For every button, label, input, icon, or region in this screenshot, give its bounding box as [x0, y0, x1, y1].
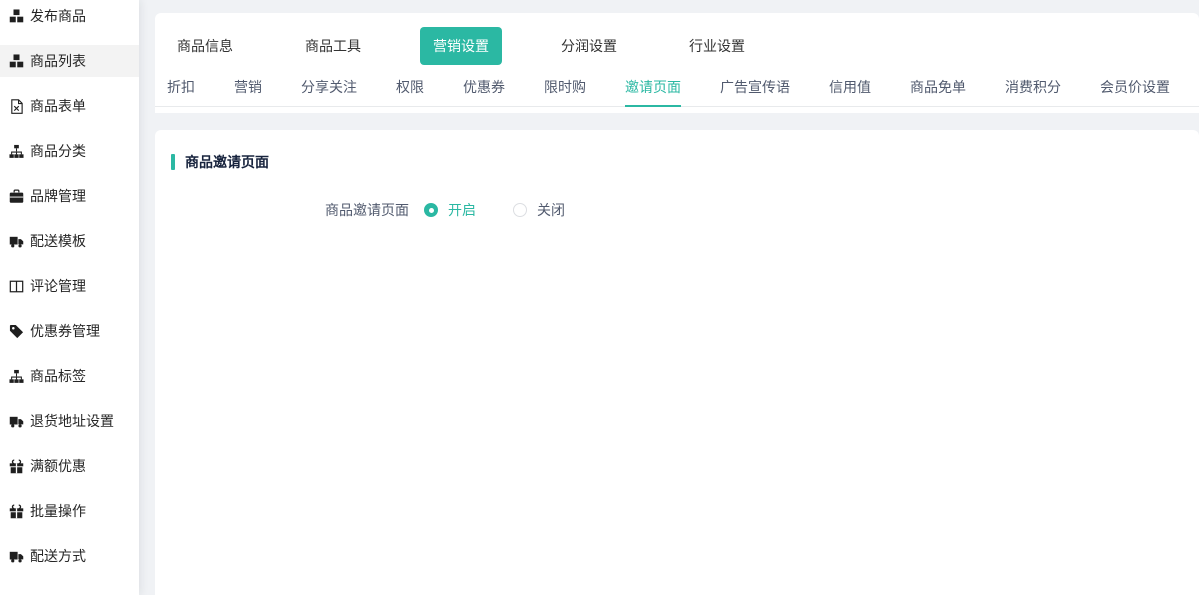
sidebar-item-label: 发布商品 — [30, 6, 86, 26]
sidebar-item-label: 商品标签 — [30, 366, 86, 386]
sidebar-item-label: 商品表单 — [30, 96, 86, 116]
invite-page-label: 商品邀请页面 — [171, 200, 409, 220]
subtab-invite-page[interactable]: 邀请页面 — [625, 69, 681, 107]
gift-icon — [8, 459, 24, 474]
sidebar-item-label: 商品列表 — [30, 51, 86, 71]
sitemap-icon — [8, 369, 24, 384]
subtab-share-follow[interactable]: 分享关注 — [301, 69, 357, 107]
primary-tabs: 商品信息 商品工具 营销设置 分润设置 行业设置 — [155, 27, 1199, 65]
invite-page-radio-on[interactable]: 开启 — [424, 200, 476, 220]
sidebar: 发布商品商品列表商品表单商品分类品牌管理配送模板评论管理优惠券管理商品标签退货地… — [0, 0, 139, 595]
section-accent-bar — [171, 154, 175, 170]
sidebar-item-delivery-method[interactable]: 配送方式 — [0, 540, 139, 572]
tab-profit-settings[interactable]: 分润设置 — [561, 36, 617, 56]
sidebar-item-return-address-settings[interactable]: 退货地址设置 — [0, 405, 139, 437]
content-card: 商品邀请页面 商品邀请页面 开启 关闭 — [155, 130, 1199, 595]
invite-page-radio-off[interactable]: 关闭 — [513, 200, 565, 220]
sidebar-item-delivery-template[interactable]: 配送模板 — [0, 225, 139, 257]
sidebar-item-label: 批量操作 — [30, 501, 86, 521]
sidebar-item-coupon-management[interactable]: 优惠券管理 — [0, 315, 139, 347]
subtab-ad-slogan[interactable]: 广告宣传语 — [720, 69, 790, 107]
radio-unselected-icon[interactable] — [513, 203, 527, 217]
sidebar-item-label: 优惠券管理 — [30, 321, 100, 341]
app-root: 发布商品商品列表商品表单商品分类品牌管理配送模板评论管理优惠券管理商品标签退货地… — [0, 0, 1199, 595]
settings-tabs-card: 商品信息 商品工具 营销设置 分润设置 行业设置 折扣 营销 分享关注 权限 优惠券 限时购 邀请页… — [155, 13, 1199, 113]
gift-icon — [8, 504, 24, 519]
sitemap-icon — [8, 144, 24, 159]
section-header: 商品邀请页面 — [171, 152, 1199, 172]
tag-icon — [8, 324, 24, 339]
invite-page-radio-group: 开启 关闭 — [424, 200, 602, 220]
sidebar-item-label: 品牌管理 — [30, 186, 86, 206]
subtab-discount[interactable]: 折扣 — [167, 69, 195, 107]
invite-page-form-row: 商品邀请页面 开启 关闭 — [171, 200, 1199, 220]
sidebar-item-product-form[interactable]: 商品表单 — [0, 90, 139, 122]
subtab-member-price[interactable]: 会员价设置 — [1100, 69, 1170, 107]
cubes-icon — [8, 9, 24, 24]
sidebar-item-publish-product[interactable]: 发布商品 — [0, 0, 139, 32]
truck-icon — [8, 414, 24, 429]
truck-icon — [8, 549, 24, 564]
main-area: 商品信息 商品工具 营销设置 分润设置 行业设置 折扣 营销 分享关注 权限 优惠券 限时购 邀请页… — [155, 0, 1199, 595]
sidebar-item-brand-management[interactable]: 品牌管理 — [0, 180, 139, 212]
sidebar-item-label: 商品分类 — [30, 141, 86, 161]
sidebar-item-batch-operation[interactable]: 批量操作 — [0, 495, 139, 527]
sidebar-item-label: 评论管理 — [30, 276, 86, 296]
sidebar-item-product-list[interactable]: 商品列表 — [0, 45, 139, 77]
cubes-icon — [8, 54, 24, 69]
sidebar-item-product-tag[interactable]: 商品标签 — [0, 360, 139, 392]
sidebar-item-full-discount[interactable]: 满额优惠 — [0, 450, 139, 482]
radio-option-label: 关闭 — [537, 200, 565, 220]
radio-option-label: 开启 — [448, 200, 476, 220]
subtab-credit-value[interactable]: 信用值 — [829, 69, 871, 107]
sidebar-item-label: 配送模板 — [30, 231, 86, 251]
subtab-coupon[interactable]: 优惠券 — [463, 69, 505, 107]
sidebar-item-label: 满额优惠 — [30, 456, 86, 476]
tab-marketing-settings[interactable]: 营销设置 — [420, 27, 502, 65]
subtab-permission[interactable]: 权限 — [396, 69, 424, 107]
subtab-marketing[interactable]: 营销 — [234, 69, 262, 107]
sidebar-item-comment-management[interactable]: 评论管理 — [0, 270, 139, 302]
columns-icon — [8, 279, 24, 294]
truck-icon — [8, 234, 24, 249]
tab-product-tools[interactable]: 商品工具 — [305, 36, 361, 56]
sidebar-item-product-category[interactable]: 商品分类 — [0, 135, 139, 167]
sidebar-item-label: 退货地址设置 — [30, 411, 114, 431]
tab-industry-settings[interactable]: 行业设置 — [689, 36, 745, 56]
subtab-flash-sale[interactable]: 限时购 — [544, 69, 586, 107]
subtab-free-order[interactable]: 商品免单 — [910, 69, 966, 107]
sidebar-item-label: 配送方式 — [30, 546, 86, 566]
subtab-consume-points[interactable]: 消费积分 — [1005, 69, 1061, 107]
file-excel-icon — [8, 99, 24, 114]
briefcase-icon — [8, 189, 24, 204]
secondary-tabs: 折扣 营销 分享关注 权限 优惠券 限时购 邀请页面 广告宣传语 信用值 商品免单 消费积分 会员价设… — [155, 69, 1199, 107]
radio-selected-icon[interactable] — [424, 203, 438, 217]
tab-product-info[interactable]: 商品信息 — [177, 36, 233, 56]
section-title: 商品邀请页面 — [185, 152, 269, 172]
